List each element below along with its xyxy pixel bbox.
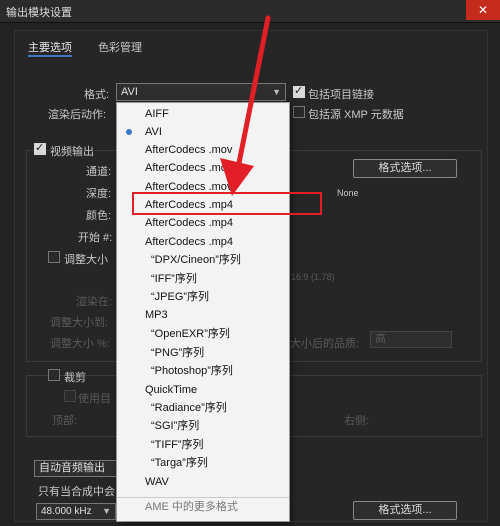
use-roi-label: 使用目 <box>78 393 111 405</box>
quality-label: 大小后的品质: <box>290 338 360 350</box>
audio-rate-value: 48.000 kHz <box>41 506 92 517</box>
channel-label: 通道: <box>86 166 112 178</box>
include-xmp-label: 包括源 XMP 元数据 <box>308 109 404 121</box>
audio-rate-select[interactable]: 48.000 kHz ▼ <box>36 503 116 520</box>
tab-color-management[interactable]: 色彩管理 <box>98 39 142 55</box>
format-option[interactable]: AfterCodecs .mov <box>117 159 289 177</box>
audio-output-value: 自动音频输出 <box>39 462 105 474</box>
chevron-down-icon: ▼ <box>272 87 281 97</box>
depth-label: 深度: <box>86 188 112 200</box>
format-option[interactable]: “DPX/Cineon”序列 <box>117 251 289 269</box>
quality-select-value: 高 <box>375 333 386 345</box>
format-option[interactable]: AfterCodecs .mp4 <box>117 214 289 232</box>
crop-top-label: 顶部: <box>52 415 78 427</box>
video-output-label: 视频输出 <box>50 146 94 158</box>
format-option[interactable]: MP3 <box>117 306 289 324</box>
format-option[interactable]: “PNG”序列 <box>117 344 289 362</box>
start-label: 开始 #: <box>78 232 113 244</box>
close-icon[interactable]: ✕ <box>466 0 500 20</box>
format-option[interactable]: “Radiance”序列 <box>117 399 289 417</box>
include-project-link-checkbox[interactable] <box>293 84 305 98</box>
crop-label: 裁剪 <box>64 372 86 384</box>
audio-format-options-button[interactable]: 格式选项... <box>353 501 457 520</box>
quality-select[interactable]: 高 <box>370 331 452 348</box>
include-project-link-label: 包括项目链接 <box>308 89 374 101</box>
title-bar: 输出模块设置 ✕ <box>0 0 500 23</box>
color-label: 颜色: <box>86 210 112 222</box>
resize-label: 调整大小 <box>64 254 108 266</box>
format-option[interactable]: “Targa”序列 <box>117 454 289 472</box>
format-option[interactable]: “Photoshop”序列 <box>117 362 289 380</box>
audio-output-select[interactable]: 自动音频输出 <box>34 460 118 477</box>
aspect-ratio: 16:9 (1.78) <box>291 272 335 282</box>
post-render-label: 渲染后动作: <box>48 109 107 121</box>
format-option[interactable]: QuickTime <box>117 381 289 399</box>
codec-status: None <box>337 188 359 198</box>
format-select-value: AVI <box>121 86 138 98</box>
video-output-checkbox[interactable] <box>34 141 46 155</box>
audio-note: 只有当合成中会 <box>38 486 115 498</box>
format-option[interactable]: “TIFF”序列 <box>117 436 289 454</box>
highlight-box <box>132 192 322 215</box>
include-xmp-checkbox[interactable] <box>293 106 305 118</box>
format-label: 格式: <box>84 89 110 101</box>
resize-pct-label: 调整大小 %: <box>50 338 110 350</box>
format-select[interactable]: AVI ▼ <box>116 83 286 101</box>
tab-main-options[interactable]: 主要选项 <box>28 39 72 57</box>
render-at-label: 渲染在: <box>76 296 113 308</box>
format-option[interactable]: AIFF <box>117 105 289 123</box>
resize-to-label: 调整大小到: <box>50 317 109 329</box>
video-format-options-button[interactable]: 格式选项... <box>353 159 457 178</box>
crop-right-label: 右侧: <box>344 415 370 427</box>
format-option[interactable]: AfterCodecs .mov <box>117 141 289 159</box>
use-roi-checkbox[interactable] <box>64 390 76 402</box>
selected-dot-icon <box>126 129 132 135</box>
more-formats-option[interactable]: AME 中的更多格式 <box>117 497 289 515</box>
format-option[interactable]: “IFF”序列 <box>117 270 289 288</box>
window-title: 输出模块设置 <box>6 7 72 19</box>
format-option[interactable]: “JPEG”序列 <box>117 288 289 306</box>
format-option[interactable]: “SGI”序列 <box>117 417 289 435</box>
crop-checkbox[interactable] <box>48 369 60 381</box>
resize-checkbox[interactable] <box>48 251 60 263</box>
format-option[interactable]: “OpenEXR”序列 <box>117 325 289 343</box>
format-option[interactable]: AfterCodecs .mp4 <box>117 233 289 251</box>
format-dropdown: AIFF AVI AfterCodecs .mov AfterCodecs .m… <box>116 102 290 522</box>
format-option-label: AVI <box>145 126 162 138</box>
chevron-down-icon: ▼ <box>102 506 111 516</box>
format-option[interactable]: WAV <box>117 473 289 491</box>
format-option-selected[interactable]: AVI <box>117 123 289 141</box>
